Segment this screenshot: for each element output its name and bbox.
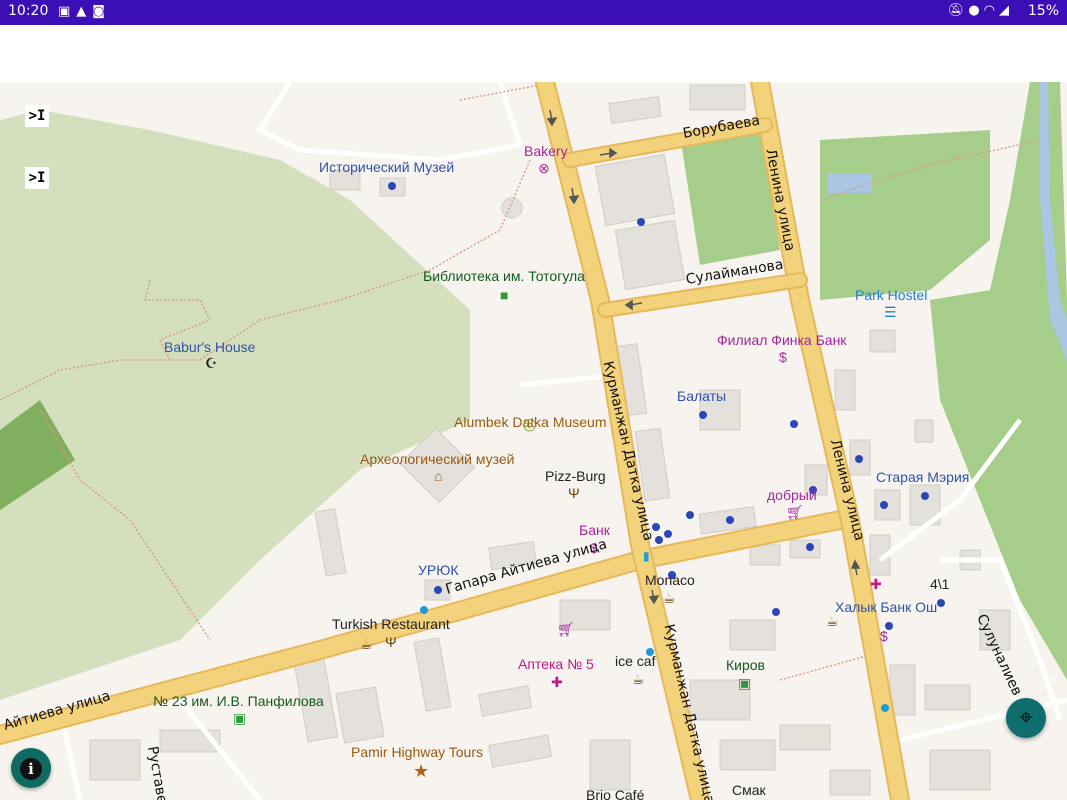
book-icon: ■ [500,287,509,303]
mosque-icon: ☪ [205,355,218,371]
cafe-icon-4: ☕︎ [632,671,645,687]
system-icons: 🔕︎●◠◢ [948,3,1013,18]
poi-dobryi[interactable]: добрый [767,487,817,503]
poi-monaco[interactable]: Monaco [645,572,695,588]
poi-baburs-house[interactable]: Babur's House [164,339,255,355]
star-icon: ★ [413,761,430,781]
locate-button[interactable]: ⌖ [1006,698,1046,738]
collapse-panel-button[interactable]: >I [25,105,49,127]
poi-historical-museum[interactable]: Исторический Музей [319,159,454,175]
poi-finca-bank[interactable]: Филиал Финка Банк [717,332,846,348]
poi-pharmacy[interactable]: Аптека № 5 [518,656,594,672]
poi-school-23[interactable]: № 23 им. И.В. Панфилова [153,693,324,709]
crosshair-icon: ⌖ [1019,704,1033,731]
poi-smak[interactable]: Смак [732,782,766,798]
shop-icon-2: 🛒︎ [557,621,575,637]
poi-brio-cafe[interactable]: Brio Café [586,787,644,800]
hostel-icon: ☰ [884,304,897,320]
hill-area [0,110,470,700]
screenshot-icon: ◙ [92,4,111,19]
restaurant-icon: Ψ [568,485,580,501]
poi-ice-cafe[interactable]: ice caf [615,653,655,669]
battery-level: 15% [1027,3,1059,19]
poi-bank[interactable]: Банк [579,522,610,538]
mute-icon: 🔕︎ [947,3,969,18]
poi-balaty[interactable]: Балаты [677,388,726,404]
school-icon: ▣ [233,710,247,726]
cafe-icon-3: ☕︎ [360,636,373,652]
wifi-icon: ◠ [983,3,999,18]
info-button[interactable]: i [11,748,51,788]
pond [828,173,872,193]
poi-4-1[interactable]: 4\1 [930,576,949,592]
poi-turkish-restaurant[interactable]: Turkish Restaurant [332,616,450,632]
pharmacy-icon-2: ✚ [870,576,882,592]
status-bar: 10:20 ▣▲◙ 🔕︎●◠◢ 15% [0,0,1067,25]
bank-icon-3: $ [880,628,888,644]
image-icon: ▣ [58,4,77,19]
poi-pizz-burg[interactable]: Pizz-Burg [545,468,606,484]
bank-icon: $ [779,349,787,365]
poi-halyk-bank[interactable]: Халык Банк Ош [835,599,937,615]
collapse-panel-button-2[interactable]: >I [25,167,49,189]
poi-old-mayor[interactable]: Старая Мэрия [876,469,969,485]
poi-archaeological-museum[interactable]: Археологический музей [360,451,515,467]
map-view[interactable]: >I >I Исторический Музей Bakery ⊗ Библио… [0,82,1067,800]
warning-icon: ▲ [76,4,93,19]
cafe-icon-2: ☕︎ [826,613,839,629]
clock: 10:20 [8,3,49,19]
bus-stop-icon: ▮ [643,549,650,563]
info-icon: i [20,758,42,780]
shop-icon: 🛒︎ [786,504,804,520]
monument-icon: ⌾ [523,413,537,438]
pharmacy-icon: ✚ [551,674,563,690]
bakery-icon: ⊗ [538,160,550,176]
cafe-icon: ☕︎ [663,590,676,606]
signal-icon: ◢ [999,3,1013,18]
museum-icon: ⌂ [434,468,443,484]
poi-bakery[interactable]: Bakery [524,143,568,159]
poi-park-hostel[interactable]: Park Hostel [855,287,927,303]
monument-icon-2: ▣ [738,675,752,691]
app-bar [0,25,1067,82]
poi-pamir-tours[interactable]: Pamir Highway Tours [351,744,483,760]
park-east-2 [820,130,990,300]
notification-icons: ▣▲◙ [58,4,111,19]
restaurant-icon-2: Ψ [385,634,397,650]
poi-library[interactable]: Библиотека им. Тотогула [423,268,585,284]
poi-kirov[interactable]: Киров [726,657,765,673]
poi-uryuk[interactable]: УРЮК [418,562,459,578]
location-icon: ● [968,3,984,18]
